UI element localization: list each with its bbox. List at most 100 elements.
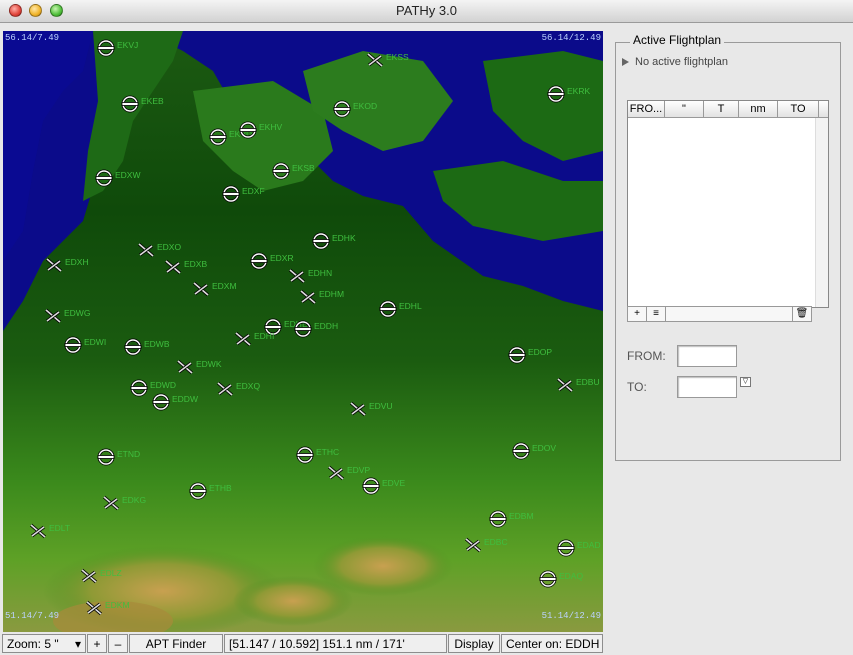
airport-marker-icon[interactable] <box>221 184 241 204</box>
coord-bottom-right: 51.14/12.49 <box>541 611 601 621</box>
airport-marker-icon[interactable] <box>488 509 508 529</box>
terrain-map[interactable]: 56.14/7.49 56.14/12.49 51.14/7.49 51.14/… <box>3 31 603 632</box>
airport-label: EDXO <box>157 242 182 252</box>
airport-label: EDWK <box>196 359 222 369</box>
runway-marker-icon[interactable] <box>43 306 63 326</box>
runway-marker-icon[interactable] <box>163 257 183 277</box>
flightplan-table[interactable]: FRO... " T nm TO <box>627 100 829 308</box>
runway-marker-icon[interactable] <box>84 598 104 618</box>
airport-label: EDXF <box>242 186 265 196</box>
airport-marker-icon[interactable] <box>123 337 143 357</box>
airport-label: EKRK <box>567 86 591 96</box>
airport-marker-icon[interactable] <box>271 161 291 181</box>
column-header-time[interactable]: T <box>704 101 739 117</box>
airport-marker-icon[interactable] <box>120 94 140 114</box>
airport-marker-icon[interactable] <box>188 481 208 501</box>
airport-marker-icon[interactable] <box>311 231 331 251</box>
airport-marker-icon[interactable] <box>293 319 313 339</box>
airport-label: EDAD <box>577 540 601 550</box>
runway-marker-icon[interactable] <box>287 266 307 286</box>
airport-marker-icon[interactable] <box>249 251 269 271</box>
runway-marker-icon[interactable] <box>28 521 48 541</box>
runway-marker-icon[interactable] <box>365 50 385 70</box>
to-label: TO: <box>627 380 647 394</box>
airport-label: EDDW <box>172 394 198 404</box>
trash-icon[interactable]: 🗑 <box>792 306 812 322</box>
airport-label: EKSS <box>386 52 409 62</box>
airport-marker-icon[interactable] <box>507 345 527 365</box>
airport-label: EDXM <box>212 281 237 291</box>
airport-marker-icon[interactable] <box>96 38 116 58</box>
runway-marker-icon[interactable] <box>463 535 483 555</box>
airport-label: EDKG <box>122 495 147 505</box>
airport-marker-icon[interactable] <box>546 84 566 104</box>
airport-label: EDHM <box>319 289 345 299</box>
airport-label: EDWB <box>144 339 170 349</box>
from-label: FROM: <box>627 349 666 363</box>
runway-marker-icon[interactable] <box>298 287 318 307</box>
runway-marker-icon[interactable] <box>233 329 253 349</box>
airport-marker-icon[interactable] <box>295 445 315 465</box>
runway-marker-icon[interactable] <box>191 279 211 299</box>
airport-marker-icon[interactable] <box>538 569 558 589</box>
airport-marker-icon[interactable] <box>378 299 398 319</box>
to-dropdown-arrow-icon[interactable]: ▽ <box>740 377 751 387</box>
add-waypoint-icon[interactable]: + <box>628 307 647 321</box>
flightplan-status-text: No active flightplan <box>635 56 728 68</box>
flightplan-table-header: FRO... " T nm TO <box>628 101 828 118</box>
airport-label: EDDH <box>314 321 339 331</box>
airport-label: EDWI <box>84 337 107 347</box>
runway-marker-icon[interactable] <box>79 566 99 586</box>
to-field[interactable] <box>677 376 737 398</box>
airport-label: EDVE <box>382 478 406 488</box>
airport-label: EDXW <box>115 170 141 180</box>
airport-marker-icon[interactable] <box>238 120 258 140</box>
airport-marker-icon[interactable] <box>556 538 576 558</box>
runway-marker-icon[interactable] <box>326 463 346 483</box>
airport-marker-icon[interactable] <box>96 447 116 467</box>
airport-label: EDOV <box>532 443 557 453</box>
runway-marker-icon[interactable] <box>101 493 121 513</box>
runway-marker-icon[interactable] <box>136 240 156 260</box>
airport-marker-icon[interactable] <box>94 168 114 188</box>
center-on-button[interactable]: Center on: EDDH <box>501 634 603 653</box>
runway-marker-icon[interactable] <box>555 375 575 395</box>
airport-marker-icon[interactable] <box>511 441 531 461</box>
airport-label: EDVP <box>347 465 371 475</box>
display-button[interactable]: Display <box>448 634 500 653</box>
airport-marker-icon[interactable] <box>208 127 228 147</box>
table-toolbar: + ≡ <box>627 306 812 322</box>
zoom-in-button[interactable]: + <box>87 634 107 653</box>
airport-label: ETHB <box>209 483 232 493</box>
column-header-degrees[interactable]: " <box>665 101 704 117</box>
column-header-nm[interactable]: nm <box>739 101 778 117</box>
airport-marker-icon[interactable] <box>151 392 171 412</box>
zoom-select[interactable]: Zoom: 5 " ▾ <box>2 634 86 653</box>
airport-label: EDXR <box>270 253 294 263</box>
airport-label: EDXH <box>65 257 89 267</box>
apt-finder-button[interactable]: APT Finder <box>129 634 223 653</box>
flightplan-status[interactable]: No active flightplan <box>622 56 728 68</box>
airport-label: EDHK <box>332 233 356 243</box>
column-header-to[interactable]: TO <box>778 101 819 117</box>
window-titlebar: PATHy 3.0 <box>0 0 853 23</box>
airport-label: EDHI <box>254 331 275 341</box>
airport-label: EKHV <box>259 122 283 132</box>
airport-marker-icon[interactable] <box>63 335 83 355</box>
airport-label: EDLT <box>49 523 71 533</box>
list-icon[interactable]: ≡ <box>647 307 666 321</box>
table-scrollbar[interactable] <box>815 118 828 307</box>
runway-marker-icon[interactable] <box>348 399 368 419</box>
disclosure-triangle-icon[interactable] <box>622 58 629 67</box>
airport-marker-icon[interactable] <box>361 476 381 496</box>
airport-marker-icon[interactable] <box>332 99 352 119</box>
runway-marker-icon[interactable] <box>215 379 235 399</box>
zoom-out-button[interactable]: – <box>108 634 128 653</box>
airport-marker-icon[interactable] <box>129 378 149 398</box>
runway-marker-icon[interactable] <box>44 255 64 275</box>
airport-label: ETHC <box>316 447 340 457</box>
runway-marker-icon[interactable] <box>175 357 195 377</box>
airport-label: EKEB <box>141 96 164 106</box>
column-header-from[interactable]: FRO... <box>628 101 665 117</box>
from-field[interactable] <box>677 345 737 367</box>
